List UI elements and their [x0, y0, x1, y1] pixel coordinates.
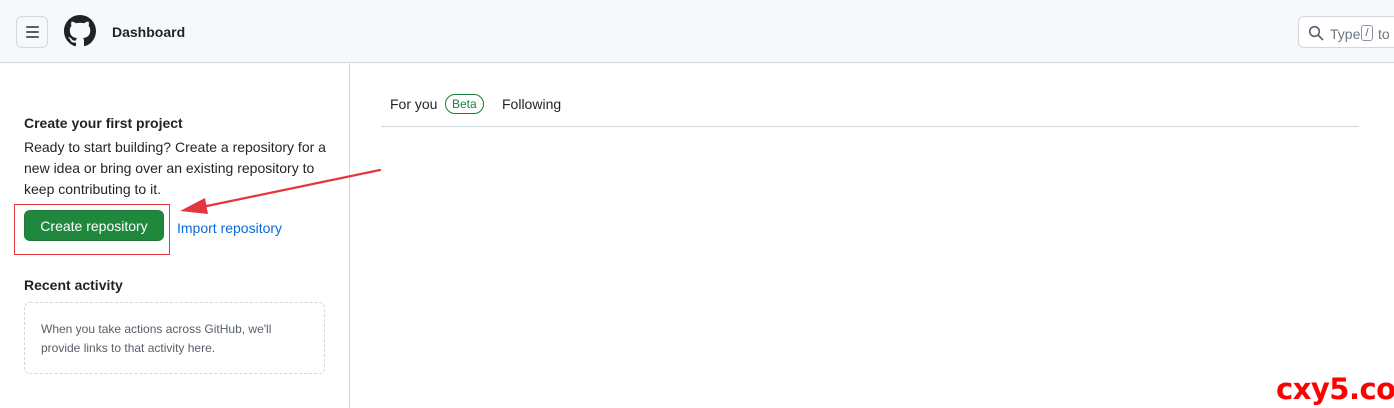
menu-button[interactable]	[16, 16, 48, 48]
annotation-highlight-box	[14, 204, 170, 255]
import-repository-link[interactable]: Import repository	[177, 220, 282, 236]
search-icon	[1308, 25, 1324, 41]
search-placeholder: Type	[1330, 26, 1361, 42]
feed-panel: For you Beta Following	[350, 63, 1394, 408]
dashboard-sidebar: Create your first project Ready to start…	[0, 63, 350, 408]
first-project-description: Ready to start building? Create a reposi…	[24, 139, 326, 197]
recent-activity-heading: Recent activity	[24, 277, 123, 293]
search-shortcut-key: /	[1361, 25, 1373, 41]
first-project-heading: Create your first project	[24, 115, 183, 131]
tab-for-you[interactable]: For you	[390, 96, 437, 112]
github-logo-icon[interactable]	[64, 15, 96, 47]
beta-badge: Beta	[445, 94, 484, 114]
tab-following[interactable]: Following	[502, 96, 561, 112]
page-title[interactable]: Dashboard	[112, 24, 185, 40]
top-header: Dashboard Type / to	[0, 0, 1394, 63]
watermark: cxy5.com	[1276, 372, 1394, 406]
search-placeholder-suffix: to	[1378, 26, 1390, 42]
feed-tabs: For you Beta Following	[381, 63, 1359, 127]
recent-activity-empty-state: When you take actions across GitHub, we'…	[24, 302, 325, 374]
search-input[interactable]: Type / to	[1298, 16, 1394, 48]
